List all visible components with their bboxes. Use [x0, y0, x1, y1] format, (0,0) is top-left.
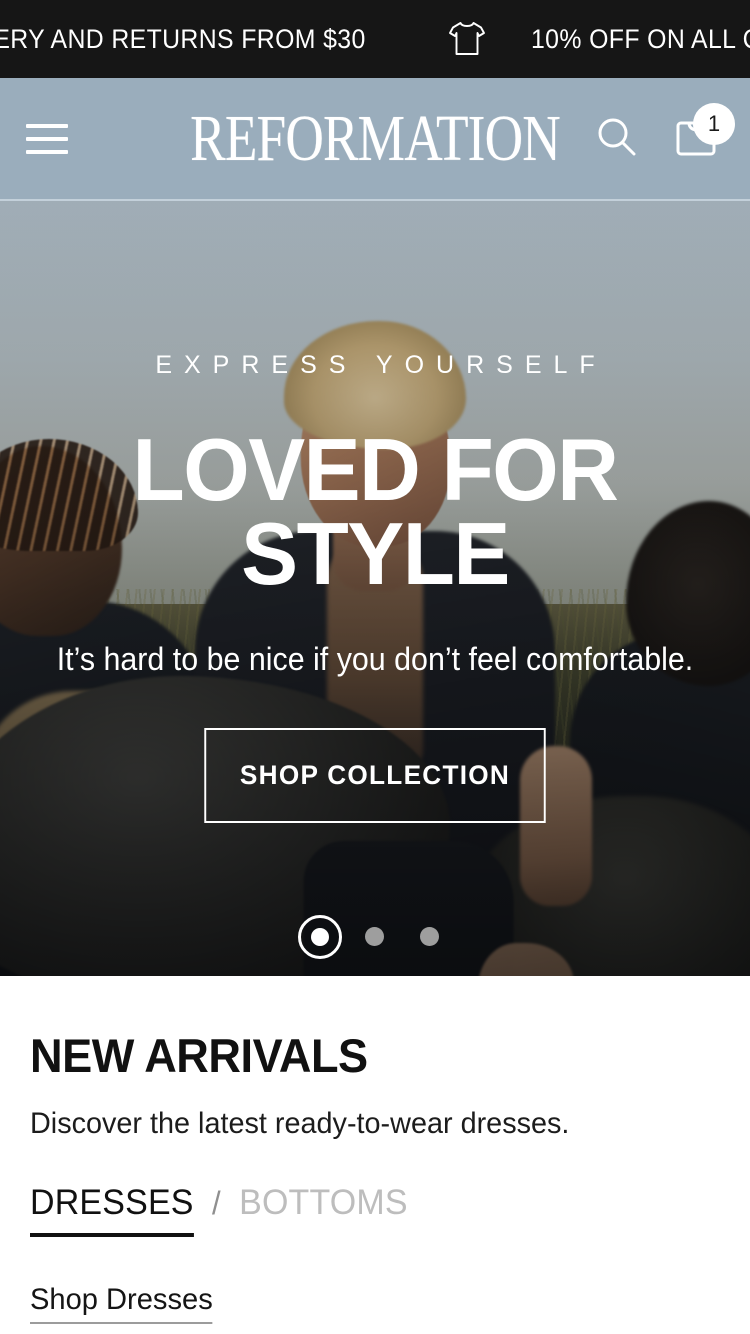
cart-button[interactable]: 1 — [670, 102, 735, 165]
category-tabs: DRESSES / BOTTOMS — [30, 1183, 699, 1237]
hero-eyebrow: EXPRESS YOURSELF — [155, 351, 607, 379]
carousel-dot-1[interactable] — [311, 927, 329, 946]
carousel-dot-2[interactable] — [365, 927, 384, 946]
hero-title: LOVED FOR STYLE — [132, 420, 619, 604]
search-button[interactable] — [590, 113, 642, 165]
shop-collection-button[interactable]: SHOP COLLECTION — [204, 727, 546, 823]
hamburger-bar — [26, 149, 68, 154]
hero-content: EXPRESS YOURSELF LOVED FOR STYLE It’s ha… — [0, 201, 750, 823]
shop-dresses-link[interactable]: Shop Dresses — [30, 1283, 213, 1324]
new-arrivals-section: NEW ARRIVALS Discover the latest ready-t… — [0, 976, 750, 1324]
site-logo[interactable]: REFORMATION — [190, 106, 561, 172]
page-root: ELIVERY AND RETURNS FROM $30 10% OFF ON … — [0, 0, 750, 1334]
promo-message-2: 10% OFF ON ALL CLO — [530, 23, 750, 54]
header-actions: 1 — [590, 102, 735, 165]
carousel-dots — [0, 927, 750, 946]
hamburger-bar — [26, 136, 68, 141]
section-title: NEW ARRIVALS — [30, 1029, 368, 1082]
promo-message-1: ELIVERY AND RETURNS FROM $30 — [0, 23, 366, 54]
tab-dresses[interactable]: DRESSES — [30, 1183, 194, 1237]
tshirt-icon — [447, 20, 487, 58]
hamburger-bar — [26, 123, 68, 128]
section-subtitle: Discover the latest ready-to-wear dresse… — [30, 1107, 570, 1140]
cart-count-badge: 1 — [693, 102, 735, 145]
promo-banner: ELIVERY AND RETURNS FROM $30 10% OFF ON … — [0, 0, 750, 78]
hero-carousel: EXPRESS YOURSELF LOVED FOR STYLE It’s ha… — [0, 201, 750, 976]
carousel-dot-3[interactable] — [420, 927, 439, 946]
tab-bottoms[interactable]: BOTTOMS — [239, 1183, 408, 1233]
tab-separator: / — [212, 1185, 221, 1221]
promo-marquee-track: ELIVERY AND RETURNS FROM $30 10% OFF ON … — [0, 20, 750, 58]
hamburger-menu-icon[interactable] — [24, 117, 70, 161]
site-header: REFORMATION 1 — [0, 78, 750, 201]
search-icon — [592, 112, 640, 165]
hero-subtitle: It’s hard to be nice if you don’t feel c… — [56, 640, 694, 677]
